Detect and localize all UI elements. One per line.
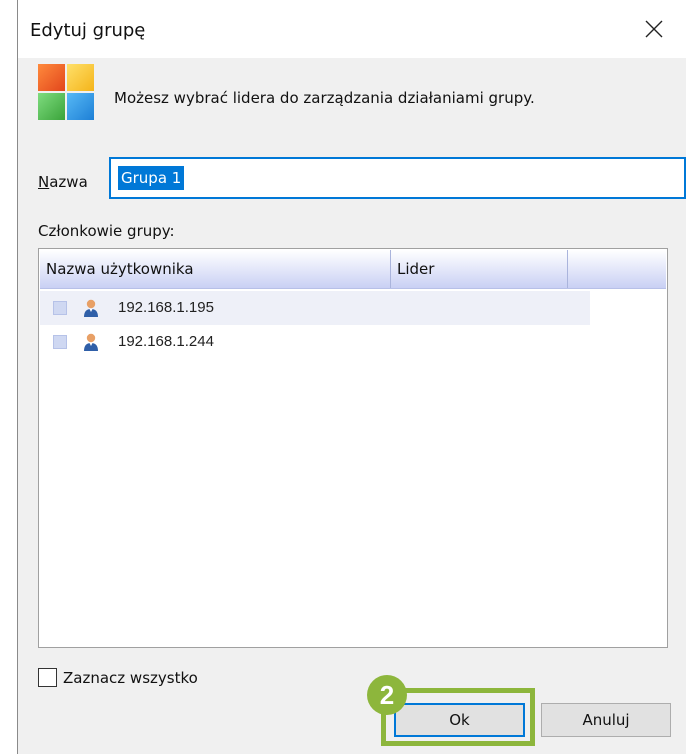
user-icon <box>84 333 98 351</box>
row-user: 192.168.1.195 <box>118 299 214 316</box>
table-row[interactable]: 192.168.1.244 <box>40 325 590 359</box>
select-all-checkbox[interactable]: Zaznacz wszystko <box>38 668 198 687</box>
info-text: Możesz wybrać lidera do zarządzania dzia… <box>114 89 535 107</box>
column-leader[interactable]: Lider <box>391 250 568 288</box>
name-label: Nazwa <box>38 173 88 191</box>
select-all-label: Zaznacz wszystko <box>63 668 198 687</box>
row-checkbox[interactable] <box>53 335 67 349</box>
step-badge: 2 <box>367 675 407 715</box>
ok-button[interactable]: Ok <box>394 703 525 737</box>
group-name-input[interactable]: Grupa 1 <box>109 157 686 199</box>
close-icon <box>645 20 663 38</box>
column-username[interactable]: Nazwa użytkownika <box>40 250 391 288</box>
group-name-value: Grupa 1 <box>118 166 185 190</box>
user-icon <box>84 299 98 317</box>
row-user: 192.168.1.244 <box>118 333 214 350</box>
list-header: Nazwa użytkownika Lider <box>40 250 666 289</box>
select-all-box[interactable] <box>38 668 57 687</box>
row-checkbox[interactable] <box>53 301 67 315</box>
title-bar: Edytuj grupę <box>18 0 686 58</box>
members-label: Członkowie grupy: <box>38 222 175 240</box>
edit-group-dialog: Edytuj grupę Możesz wybrać lidera do zar… <box>17 0 686 754</box>
members-list[interactable]: Nazwa użytkownika Lider 192.168.1.195 19… <box>38 248 668 648</box>
window-title: Edytuj grupę <box>30 20 146 41</box>
group-tiles-icon <box>38 64 94 120</box>
table-row[interactable]: 192.168.1.195 <box>40 291 590 325</box>
cancel-button[interactable]: Anuluj <box>541 703 671 737</box>
close-button[interactable] <box>639 14 669 44</box>
